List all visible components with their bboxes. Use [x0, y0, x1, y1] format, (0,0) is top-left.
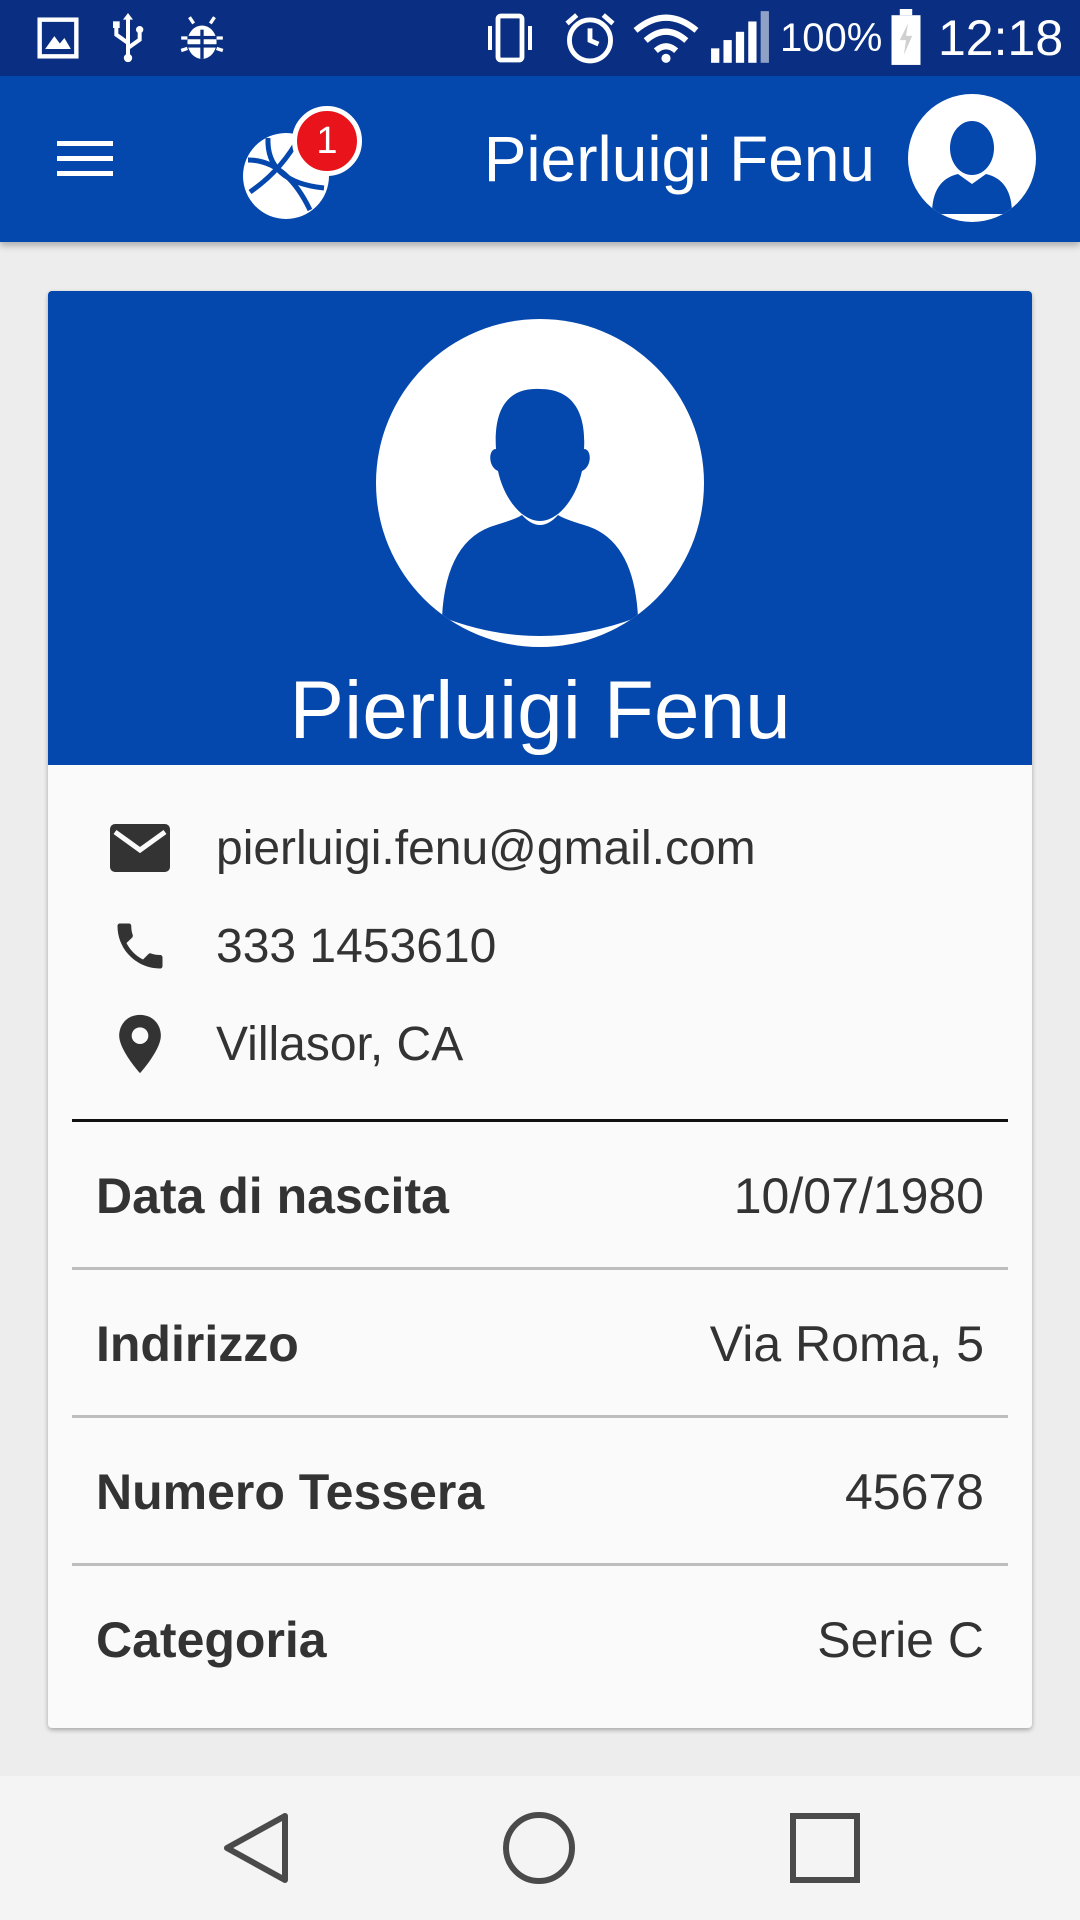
signal-icon	[708, 10, 772, 66]
detail-value: Serie C	[817, 1612, 984, 1668]
back-button[interactable]	[200, 1798, 310, 1898]
app-bar-user-name: Pierluigi Fenu	[483, 123, 875, 195]
email-text: pierluigi.fenu@gmail.com	[216, 821, 756, 875]
navigation-bar	[0, 1776, 1080, 1920]
phone-text: 333 1453610	[216, 919, 497, 973]
user-avatar-button[interactable]	[908, 94, 1036, 222]
profile-card: Pierluigi Fenu pierluigi.fenu@gmail.com …	[48, 291, 1032, 1728]
detail-row-category: Categoria Serie C	[72, 1566, 1008, 1714]
user-avatar-icon	[932, 121, 1012, 214]
menu-button[interactable]	[40, 124, 130, 194]
home-icon	[503, 1812, 575, 1884]
location-icon	[108, 1012, 172, 1076]
home-button[interactable]	[484, 1798, 594, 1898]
recents-icon	[790, 1813, 860, 1883]
vibrate-icon	[484, 10, 536, 66]
detail-value: 45678	[844, 1464, 984, 1520]
app-bar: 1 Pierluigi Fenu	[0, 76, 1080, 242]
detail-value: 10/07/1980	[733, 1168, 984, 1224]
status-bar: 100% 12:18	[0, 0, 1080, 76]
contact-phone-row[interactable]: 333 1453610	[48, 897, 1032, 995]
back-icon	[224, 1813, 288, 1883]
user-silhouette-icon	[442, 388, 638, 636]
detail-row-birthdate: Data di nascita 10/07/1980	[72, 1122, 1008, 1270]
clock: 12:18	[938, 10, 1064, 66]
alarm-icon	[560, 10, 620, 66]
detail-value: Via Roma, 5	[709, 1316, 984, 1372]
gallery-icon	[36, 10, 80, 66]
profile-header: Pierluigi Fenu	[48, 291, 1032, 765]
battery-charging-icon	[886, 9, 926, 66]
detail-label: Numero Tessera	[96, 1464, 485, 1520]
contact-email-row[interactable]: pierluigi.fenu@gmail.com	[48, 799, 1032, 897]
wifi-icon	[632, 10, 700, 66]
email-icon	[108, 816, 172, 880]
location-text: Villasor, CA	[216, 1017, 464, 1071]
detail-row-card-number: Numero Tessera 45678	[72, 1418, 1008, 1566]
battery-percent: 100%	[780, 15, 883, 60]
profile-avatar	[376, 319, 704, 647]
detail-label: Data di nascita	[96, 1168, 449, 1224]
menu-icon	[57, 141, 113, 176]
contact-location-row[interactable]: Villasor, CA	[48, 995, 1032, 1093]
profile-name: Pierluigi Fenu	[289, 665, 791, 756]
notification-badge: 1	[292, 106, 362, 176]
recents-button[interactable]	[770, 1798, 880, 1898]
detail-label: Indirizzo	[96, 1316, 299, 1372]
detail-row-address: Indirizzo Via Roma, 5	[72, 1270, 1008, 1418]
notifications-button[interactable]: 1	[240, 106, 370, 226]
detail-label: Categoria	[96, 1612, 327, 1668]
phone-icon	[108, 914, 172, 978]
android-debug-icon	[176, 10, 228, 66]
usb-icon	[108, 10, 148, 66]
